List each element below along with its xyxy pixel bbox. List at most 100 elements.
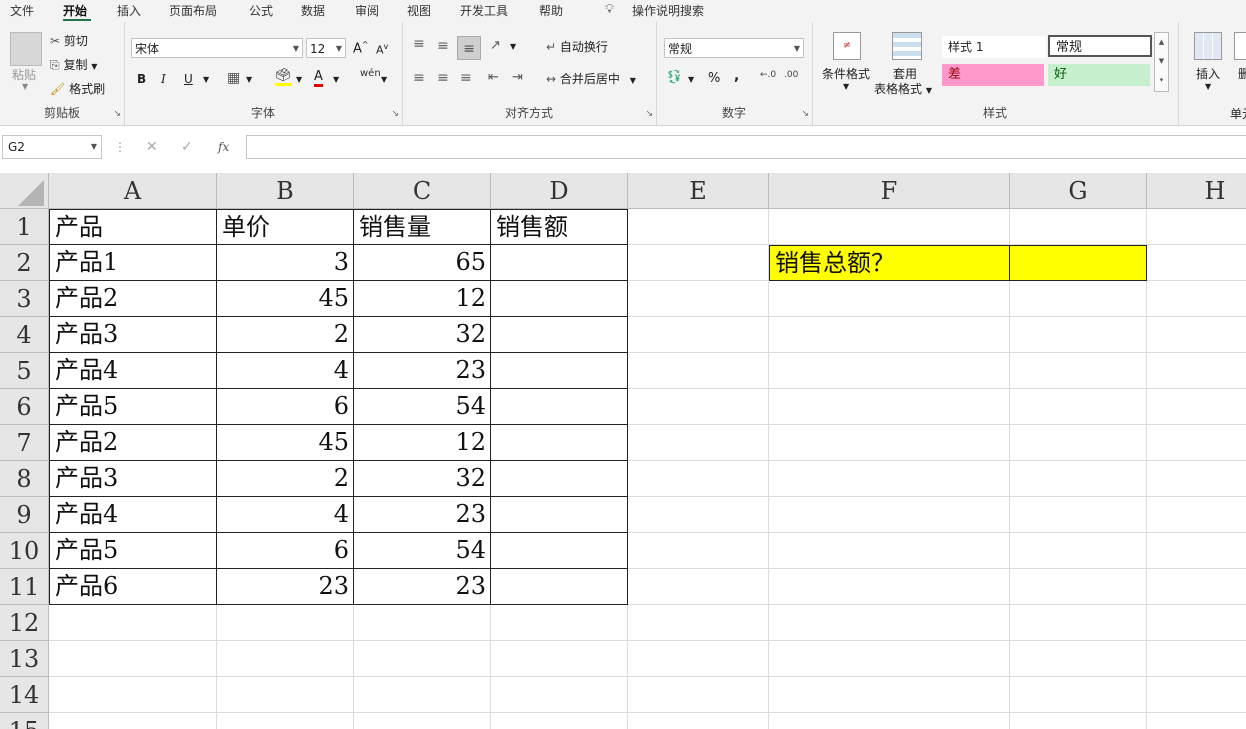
paste-icon[interactable] bbox=[10, 32, 42, 66]
cell-f2[interactable]: 销售总额？ bbox=[769, 245, 1010, 281]
cell-e13[interactable] bbox=[628, 641, 769, 677]
cell-a15[interactable] bbox=[49, 713, 217, 729]
cell-c6[interactable]: 54 bbox=[354, 389, 491, 425]
cell-f15[interactable] bbox=[769, 713, 1010, 729]
cell-d4[interactable] bbox=[491, 317, 628, 353]
cell-f3[interactable] bbox=[769, 281, 1010, 317]
tab-home[interactable]: 开始 bbox=[63, 2, 87, 19]
row-header-3[interactable]: 3 bbox=[0, 281, 49, 317]
cell-a14[interactable] bbox=[49, 677, 217, 713]
cell-e8[interactable] bbox=[628, 461, 769, 497]
column-header-h[interactable]: H bbox=[1147, 173, 1246, 209]
cell-d7[interactable] bbox=[491, 425, 628, 461]
percent-button[interactable]: % bbox=[708, 71, 720, 86]
cell-b8[interactable]: 2 bbox=[217, 461, 354, 497]
cell-c5[interactable]: 23 bbox=[354, 353, 491, 389]
format-painter-button[interactable]: 🖌︎ 格式刷 bbox=[50, 80, 105, 97]
alignment-launcher-icon[interactable]: ↘ bbox=[645, 109, 653, 119]
cell-a6[interactable]: 产品5 bbox=[49, 389, 217, 425]
row-header-13[interactable]: 13 bbox=[0, 641, 49, 677]
increase-indent-icon[interactable]: ⇥ bbox=[512, 70, 523, 85]
bold-button[interactable]: B bbox=[137, 72, 146, 86]
cond-format-dropdown-icon[interactable]: ▼ bbox=[843, 82, 849, 91]
align-top-icon[interactable]: ≡ bbox=[413, 36, 425, 52]
cell-g14[interactable] bbox=[1010, 677, 1147, 713]
cell-a2[interactable]: 产品1 bbox=[49, 245, 217, 281]
cell-g12[interactable] bbox=[1010, 605, 1147, 641]
cell-f11[interactable] bbox=[769, 569, 1010, 605]
cell-e7[interactable] bbox=[628, 425, 769, 461]
align-left-icon[interactable]: ≡ bbox=[413, 70, 425, 86]
cell-e11[interactable] bbox=[628, 569, 769, 605]
row-header-7[interactable]: 7 bbox=[0, 425, 49, 461]
cell-d12[interactable] bbox=[491, 605, 628, 641]
cell-f1[interactable] bbox=[769, 209, 1010, 245]
row-header-2[interactable]: 2 bbox=[0, 245, 49, 281]
cell-b4[interactable]: 2 bbox=[217, 317, 354, 353]
cell-f14[interactable] bbox=[769, 677, 1010, 713]
cell-e5[interactable] bbox=[628, 353, 769, 389]
comma-button[interactable]: , bbox=[734, 68, 739, 84]
row-header-12[interactable]: 12 bbox=[0, 605, 49, 641]
cell-a8[interactable]: 产品3 bbox=[49, 461, 217, 497]
cell-c2[interactable]: 65 bbox=[354, 245, 491, 281]
cell-a11[interactable]: 产品6 bbox=[49, 569, 217, 605]
phonetic-dropdown-icon[interactable]: ▼ bbox=[381, 75, 387, 84]
enter-icon[interactable]: ✓ bbox=[181, 139, 193, 155]
cell-h9[interactable] bbox=[1147, 497, 1246, 533]
column-header-b[interactable]: B bbox=[217, 173, 354, 209]
style-normal[interactable]: 常规 bbox=[1048, 35, 1152, 57]
cell-h3[interactable] bbox=[1147, 281, 1246, 317]
tab-review[interactable]: 审阅 bbox=[355, 2, 379, 19]
cell-c7[interactable]: 12 bbox=[354, 425, 491, 461]
cell-d1[interactable]: 销售额 bbox=[491, 209, 628, 245]
cell-a1[interactable]: 产品 bbox=[49, 209, 217, 245]
cell-g10[interactable] bbox=[1010, 533, 1147, 569]
tab-data[interactable]: 数据 bbox=[301, 2, 325, 19]
cell-h2[interactable] bbox=[1147, 245, 1246, 281]
cell-e3[interactable] bbox=[628, 281, 769, 317]
column-header-a[interactable]: A bbox=[49, 173, 217, 209]
cell-c13[interactable] bbox=[354, 641, 491, 677]
cell-d5[interactable] bbox=[491, 353, 628, 389]
cell-d6[interactable] bbox=[491, 389, 628, 425]
cell-d15[interactable] bbox=[491, 713, 628, 729]
cell-f4[interactable] bbox=[769, 317, 1010, 353]
fill-color-icon[interactable]: 🗳︎ bbox=[275, 68, 292, 86]
cell-g15[interactable] bbox=[1010, 713, 1147, 729]
column-header-g[interactable]: G bbox=[1010, 173, 1147, 209]
cell-e1[interactable] bbox=[628, 209, 769, 245]
phonetic-icon[interactable]: wén bbox=[360, 68, 381, 79]
font-color-dropdown-icon[interactable]: ▼ bbox=[333, 75, 339, 84]
row-header-10[interactable]: 10 bbox=[0, 533, 49, 569]
cell-c12[interactable] bbox=[354, 605, 491, 641]
cell-e12[interactable] bbox=[628, 605, 769, 641]
cell-b9[interactable]: 4 bbox=[217, 497, 354, 533]
cell-a12[interactable] bbox=[49, 605, 217, 641]
insert-function-icon[interactable]: fx bbox=[218, 140, 229, 154]
font-size-select[interactable]: 12 ▼ bbox=[306, 38, 346, 58]
orientation-icon[interactable]: ↗ bbox=[490, 38, 501, 53]
underline-button[interactable]: U bbox=[184, 72, 193, 86]
cell-g6[interactable] bbox=[1010, 389, 1147, 425]
cell-f7[interactable] bbox=[769, 425, 1010, 461]
cell-g13[interactable] bbox=[1010, 641, 1147, 677]
cell-d10[interactable] bbox=[491, 533, 628, 569]
cell-h13[interactable] bbox=[1147, 641, 1246, 677]
cell-b2[interactable]: 3 bbox=[217, 245, 354, 281]
cell-a4[interactable]: 产品3 bbox=[49, 317, 217, 353]
row-header-8[interactable]: 8 bbox=[0, 461, 49, 497]
tab-insert[interactable]: 插入 bbox=[117, 2, 141, 19]
align-middle-icon[interactable]: ≡ bbox=[437, 38, 449, 54]
cell-h6[interactable] bbox=[1147, 389, 1246, 425]
row-header-5[interactable]: 5 bbox=[0, 353, 49, 389]
cell-a3[interactable]: 产品2 bbox=[49, 281, 217, 317]
align-center-icon[interactable]: ≡ bbox=[437, 70, 449, 86]
cell-d9[interactable] bbox=[491, 497, 628, 533]
currency-dropdown-icon[interactable]: ▼ bbox=[688, 75, 694, 84]
style-bad[interactable]: 差 bbox=[942, 64, 1044, 86]
row-header-1[interactable]: 1 bbox=[0, 209, 49, 245]
cell-g3[interactable] bbox=[1010, 281, 1147, 317]
delete-cells-button[interactable]: 删 bbox=[1238, 65, 1246, 82]
number-format-select[interactable]: 常规 ▼ bbox=[664, 38, 804, 58]
